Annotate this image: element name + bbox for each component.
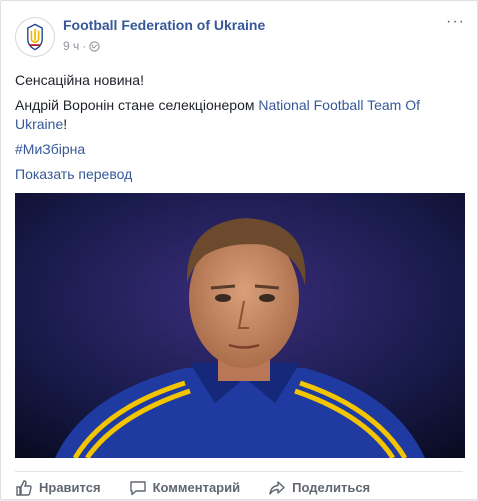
page-name[interactable]: Football Federation of Ukraine	[63, 17, 265, 33]
avatar[interactable]	[15, 17, 55, 57]
portrait-photo-icon	[15, 193, 465, 458]
share-button[interactable]: Поделиться	[268, 473, 370, 501]
comment-button[interactable]: Комментарий	[129, 473, 241, 501]
more-options-button[interactable]: ···	[446, 14, 465, 30]
globe-icon[interactable]	[89, 40, 100, 52]
meta-separator: ·	[82, 39, 87, 53]
comment-label: Комментарий	[152, 480, 241, 495]
post-header: Football Federation of Ukraine 9 ч · ···	[15, 13, 465, 57]
post-photo[interactable]	[15, 193, 465, 458]
ffu-logo-icon	[27, 23, 43, 51]
post-line-1: Сенсаційна новина!	[15, 72, 144, 88]
post-card: Football Federation of Ukraine 9 ч · ···…	[0, 0, 478, 500]
share-icon	[269, 480, 285, 495]
show-translation-link[interactable]: Показать перевод	[15, 166, 132, 182]
post-line-2-prefix: Андрій Воронін стане селекціонером	[15, 97, 259, 113]
thumbs-up-icon	[16, 479, 32, 496]
post-time[interactable]: 9 ч	[63, 39, 79, 53]
post-actions-bar: Нравится Комментарий Поделиться	[15, 471, 463, 501]
post-text: Сенсаційна новина! Андрій Воронін стане …	[15, 71, 465, 190]
hashtag-link[interactable]: #МиЗбірна	[15, 141, 85, 157]
post-line-2: Андрій Воронін стане селекціонером Natio…	[15, 96, 465, 134]
like-button[interactable]: Нравится	[15, 473, 101, 501]
post-meta: 9 ч ·	[63, 39, 100, 53]
like-label: Нравится	[39, 480, 101, 495]
post-line-2-suffix: !	[63, 116, 68, 132]
share-label: Поделиться	[292, 480, 371, 495]
comment-icon	[129, 480, 146, 495]
